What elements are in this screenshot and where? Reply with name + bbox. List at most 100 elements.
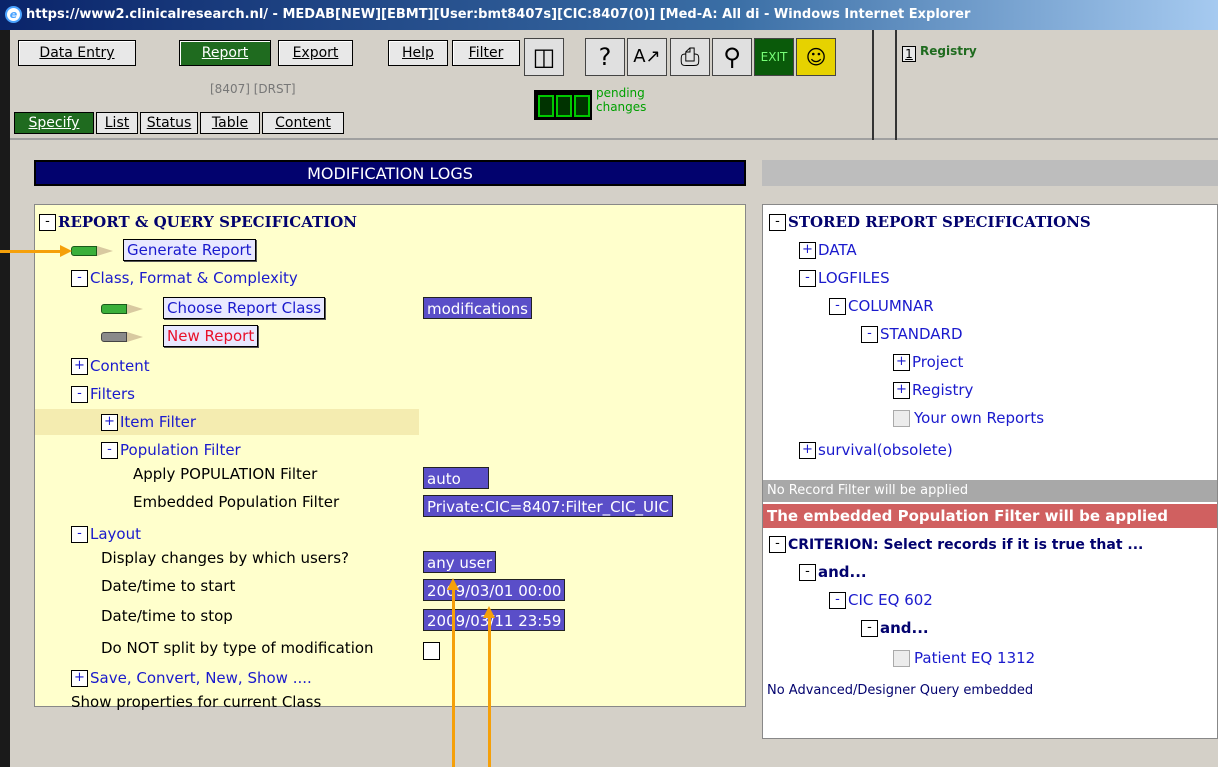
save-convert-link[interactable]: Save, Convert, New, Show .... xyxy=(90,669,312,687)
expand-icon[interactable]: + xyxy=(893,354,910,371)
stop-date-label: Date/time to stop xyxy=(101,607,233,625)
criterion-and: and... xyxy=(818,563,867,581)
page-title: MODIFICATION LOGS xyxy=(34,160,746,186)
tree-item-data[interactable]: DATA xyxy=(818,241,857,259)
data-entry-button[interactable]: Data Entry xyxy=(18,40,136,66)
tree-item-project[interactable]: Project xyxy=(912,353,963,371)
window-title: https://www2.clinicalresearch.nl/ - MEDA… xyxy=(26,7,971,22)
help-button[interactable]: Help xyxy=(388,40,448,66)
print-icon[interactable]: ⎙ xyxy=(670,38,710,76)
collapse-icon[interactable]: - xyxy=(101,442,118,459)
new-report-button[interactable]: New Report xyxy=(163,325,259,347)
help-query-icon[interactable]: ? xyxy=(585,38,625,76)
start-date-label: Date/time to start xyxy=(101,577,236,595)
filters-link[interactable]: Filters xyxy=(90,385,135,403)
population-filter-link[interactable]: Population Filter xyxy=(120,441,241,459)
right-header-bar xyxy=(762,160,1218,186)
registry-label: Registry xyxy=(920,44,977,58)
registry-number-button[interactable]: 1 xyxy=(902,46,916,62)
no-record-filter-notice: No Record Filter will be applied xyxy=(763,480,1217,502)
toolbar-divider xyxy=(895,30,897,140)
item-filter-link[interactable]: Item Filter xyxy=(120,413,196,431)
criterion-title: CRITERION: Select records if it is true … xyxy=(788,537,1144,553)
tab-specify[interactable]: Specify xyxy=(14,112,94,134)
stored-title: STORED REPORT SPECIFICATIONS xyxy=(788,213,1091,231)
report-button[interactable]: Report xyxy=(179,40,271,66)
expand-icon[interactable]: + xyxy=(893,382,910,399)
tab-table[interactable]: Table xyxy=(200,112,260,134)
collapse-icon[interactable]: - xyxy=(829,298,846,315)
advanced-query-notice: No Advanced/Designer Query embedded xyxy=(767,683,1034,698)
leaf-icon xyxy=(893,410,910,427)
report-spec-panel: - REPORT & QUERY SPECIFICATION Generate R… xyxy=(34,204,746,711)
embedded-population-label: Embedded Population Filter xyxy=(133,493,340,511)
embedded-population-value[interactable]: Private:CIC=8407:Filter_CIC_UIC xyxy=(423,495,673,517)
expand-icon[interactable]: + xyxy=(71,358,88,375)
criterion-and: and... xyxy=(880,619,929,637)
tree-item-registry[interactable]: Registry xyxy=(912,381,973,399)
expand-icon[interactable]: + xyxy=(71,670,88,687)
collapse-icon[interactable]: - xyxy=(71,270,88,287)
export-button[interactable]: Export xyxy=(278,40,353,66)
tree-item-columnar[interactable]: COLUMNAR xyxy=(848,297,934,315)
display-changes-value[interactable]: any user xyxy=(423,551,497,573)
collapse-icon[interactable]: - xyxy=(71,386,88,403)
start-date-value[interactable]: 2009/03/01 00:00 xyxy=(423,579,566,601)
pending-changes-label: pending changes xyxy=(596,86,647,114)
collapse-icon[interactable]: - xyxy=(861,620,878,637)
collapse-icon[interactable]: - xyxy=(799,564,816,581)
leaf-icon xyxy=(893,650,910,667)
show-properties-text[interactable]: Show properties for current Class xyxy=(71,693,321,711)
font-size-icon[interactable]: A↗ xyxy=(627,38,667,76)
filter-button[interactable]: Filter xyxy=(452,40,520,66)
annotation-arrowhead xyxy=(483,606,495,618)
tree-item-survival[interactable]: survival(obsolete) xyxy=(818,441,953,459)
collapse-icon[interactable]: - xyxy=(769,214,786,231)
apply-population-value[interactable]: auto xyxy=(423,467,489,489)
expand-icon[interactable]: + xyxy=(101,414,118,431)
tree-item-standard[interactable]: STANDARD xyxy=(880,325,963,343)
expand-icon[interactable]: + xyxy=(799,242,816,259)
annotation-arrowhead xyxy=(447,578,459,590)
spec-title: REPORT & QUERY SPECIFICATION xyxy=(58,213,357,231)
content-link[interactable]: Content xyxy=(90,357,150,375)
no-split-checkbox[interactable] xyxy=(423,642,440,660)
tab-status[interactable]: Status xyxy=(140,112,198,134)
tree-item-logfiles[interactable]: LOGFILES xyxy=(818,269,890,287)
annotation-arrow xyxy=(0,250,62,253)
search-icon[interactable]: ⚲ xyxy=(712,38,752,76)
expand-icon[interactable]: + xyxy=(799,442,816,459)
class-format-link[interactable]: Class, Format & Complexity xyxy=(90,269,298,287)
system-info: [8407] [DRST] xyxy=(210,82,296,96)
pencil-icon xyxy=(101,302,147,316)
report-class-value[interactable]: modifications xyxy=(423,297,532,319)
main-area: MODIFICATION LOGS - REPORT & QUERY SPECIF… xyxy=(10,140,1218,767)
tab-list[interactable]: List xyxy=(96,112,138,134)
layout-link[interactable]: Layout xyxy=(90,525,141,543)
pending-changes-counter xyxy=(534,90,592,120)
copy-records-icon[interactable]: ◫ xyxy=(524,38,564,76)
pencil-icon xyxy=(101,330,147,344)
collapse-icon[interactable]: - xyxy=(39,214,56,231)
exit-icon[interactable]: EXIT xyxy=(754,38,794,76)
collapse-icon[interactable]: - xyxy=(829,592,846,609)
collapse-icon[interactable]: - xyxy=(799,270,816,287)
population-filter-notice: The embedded Population Filter will be a… xyxy=(763,504,1217,528)
toolbar: Data Entry Report Export Help Filter [84… xyxy=(10,30,1218,140)
collapse-icon[interactable]: - xyxy=(71,526,88,543)
criterion-cic[interactable]: CIC EQ 602 xyxy=(848,591,933,609)
choose-report-class-button[interactable]: Choose Report Class xyxy=(163,297,326,319)
tab-content[interactable]: Content xyxy=(262,112,344,134)
criterion-patient[interactable]: Patient EQ 1312 xyxy=(914,649,1035,667)
collapse-icon[interactable]: - xyxy=(861,326,878,343)
tree-item-own-reports[interactable]: Your own Reports xyxy=(914,409,1044,427)
toolbar-divider xyxy=(872,30,874,140)
no-split-label: Do NOT split by type of modification xyxy=(101,639,374,657)
window-left-border xyxy=(0,30,10,767)
collapse-icon[interactable]: - xyxy=(769,536,786,553)
highlight-band xyxy=(35,409,419,435)
generate-report-button[interactable]: Generate Report xyxy=(123,239,256,261)
smiley-navigation-icon[interactable]: ☺ xyxy=(796,38,836,76)
annotation-arrow xyxy=(488,616,491,767)
annotation-arrowhead xyxy=(60,245,72,257)
